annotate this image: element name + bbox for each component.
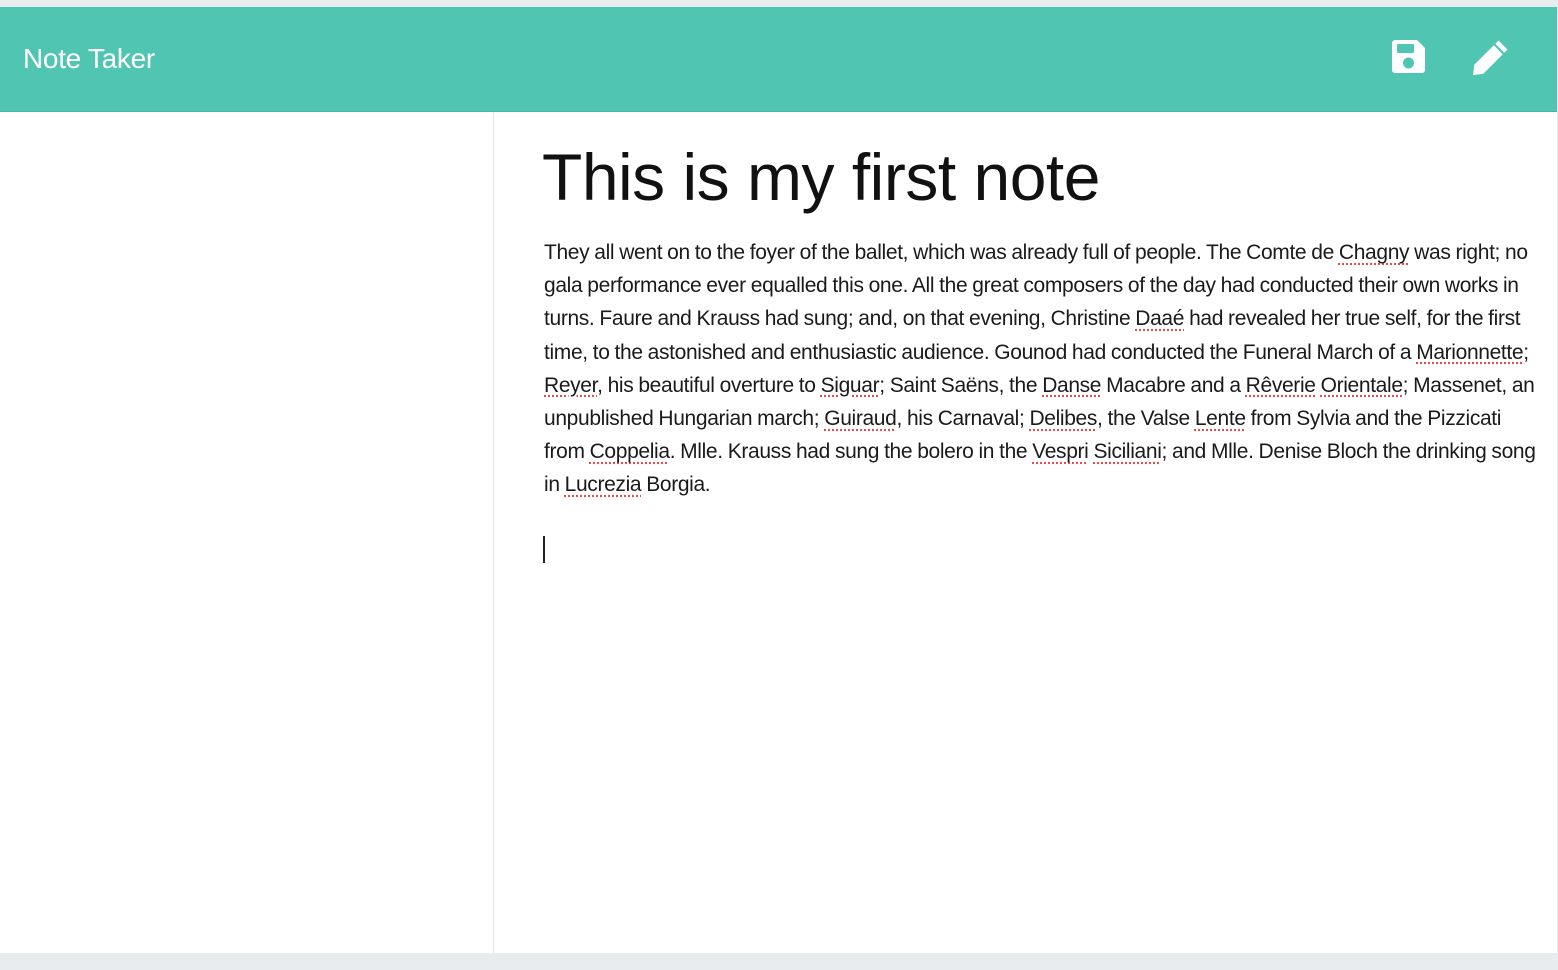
navbar: Note Taker <box>0 7 1557 112</box>
misspelled-word: Delibes <box>1029 407 1098 431</box>
body-text: . Mlle. Krauss had sung the bolero in th… <box>669 440 1033 464</box>
misspelled-word: Guiraud <box>824 407 897 431</box>
misspelled-word: Daaé <box>1135 307 1185 331</box>
misspelled-word: Danse <box>1042 373 1102 397</box>
misspelled-word: Chagny <box>1338 241 1410 264</box>
body-text: Borgia. <box>641 473 711 497</box>
misspelled-word: Lucrezia <box>564 473 642 497</box>
misspelled-word: Marionnette <box>1416 340 1524 364</box>
misspelled-word: Orientale <box>1320 373 1403 397</box>
body-text: They all went on to the foyer of the bal… <box>544 241 1339 264</box>
misspelled-word: Siguar <box>820 373 880 397</box>
misspelled-word: Lente <box>1194 407 1246 431</box>
body-text: ; Saint Saëns, the <box>879 373 1043 397</box>
body-text: Macabre and a <box>1101 373 1246 397</box>
note-editor: This is my first note They all went on t… <box>494 112 1557 953</box>
body-text: ; <box>1523 340 1529 364</box>
body-text: , his beautiful overture to <box>597 373 821 397</box>
misspelled-word: Vespri <box>1032 440 1089 464</box>
misspelled-word: Siciliani <box>1093 440 1162 464</box>
misspelled-word: Rêverie <box>1245 373 1316 397</box>
pencil-icon[interactable] <box>1471 37 1511 77</box>
body-text: , the Valse <box>1097 407 1195 431</box>
note-title[interactable]: This is my first note <box>542 132 1532 222</box>
note-body[interactable]: They all went on to the foyer of the bal… <box>544 236 1536 502</box>
misspelled-word: Coppelia <box>589 440 670 464</box>
notes-sidebar <box>0 112 494 953</box>
save-icon[interactable] <box>1388 37 1428 77</box>
body-text: , his Carnaval; <box>896 407 1030 431</box>
misspelled-word: Reyer <box>544 373 598 397</box>
app-brand[interactable]: Note Taker <box>23 41 155 77</box>
text-cursor <box>543 536 545 563</box>
app-window: Note Taker This is my first note They al… <box>0 7 1557 953</box>
